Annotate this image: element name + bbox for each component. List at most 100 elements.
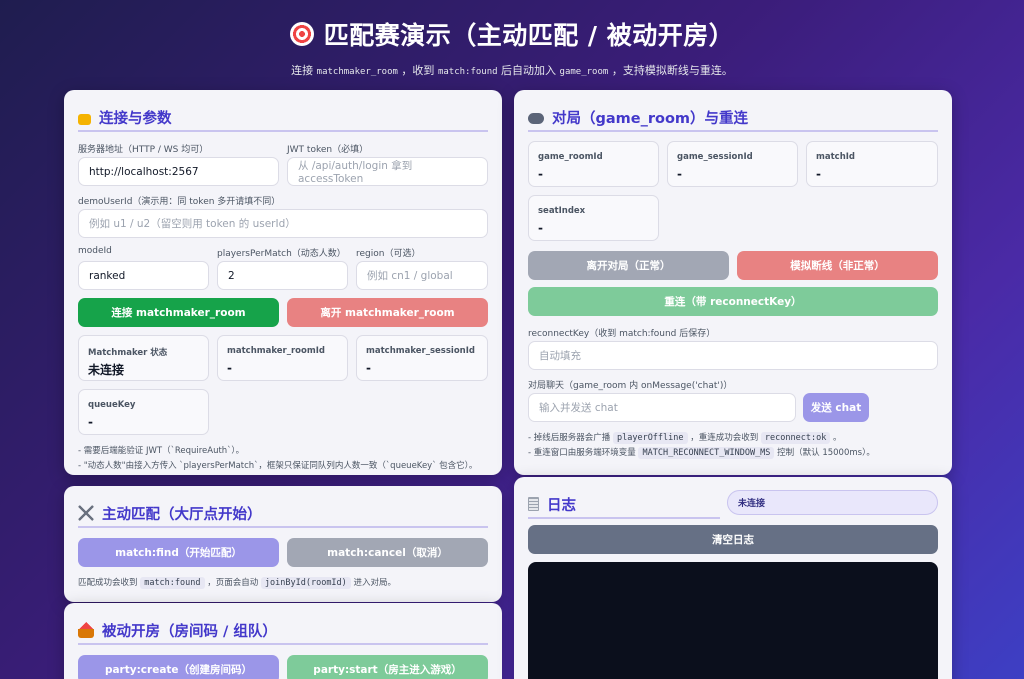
region-label: region（可选） (356, 249, 421, 259)
subtitle-text: ，支持模拟断线与重连。 (608, 64, 733, 77)
party-card-title: 被动开房（房间码 / 组队） (102, 623, 277, 640)
subtitle-text: 后自动加入 (497, 64, 560, 77)
game-note-2: - 重连窗口由服务端环境变量 MATCH_RECONNECT_WINDOW_MS… (528, 446, 875, 459)
log-console[interactable] (528, 562, 938, 679)
note-code: MATCH_RECONNECT_WINDOW_MS (638, 447, 775, 459)
chat-input[interactable]: 输入并发送 chat (528, 393, 796, 422)
game-room-card-title: 对局（game_room）与重连 (552, 110, 749, 127)
note-text: - 掉线后服务器会广播 (528, 433, 613, 443)
server-input[interactable]: http://localhost:2567 (78, 157, 279, 186)
game-room-card: 对局（game_room）与重连 game_roomId - game_sess… (514, 90, 952, 475)
active-match-card-title: 主动匹配（大厅点开始） (102, 506, 262, 523)
active-match-card-header: 主动匹配（大厅点开始） (78, 500, 488, 528)
log-card-header: 日志 (528, 491, 720, 519)
page-header: 匹配赛演示（主动匹配 / 被动开房） 连接 matchmaker_room ，收… (0, 16, 1024, 78)
connect-button[interactable]: 连接 matchmaker_room (78, 298, 279, 327)
simulate-disconnect-button[interactable]: 模拟断线（非正常） (737, 251, 938, 280)
mode-label: modeId (78, 246, 112, 256)
reconnect-key-label: reconnectKey（收到 match:found 后保存） (528, 329, 716, 339)
status-value: 未连接 (88, 363, 125, 377)
party-create-button[interactable]: party:create（创建房间码） (78, 655, 279, 679)
reconnect-key-input[interactable]: 自动填充 (528, 341, 938, 370)
note-text: 进入对局。 (350, 578, 396, 588)
status-key: game_roomId (538, 152, 603, 162)
players-label: playersPerMatch（动态人数） (217, 249, 346, 259)
status-key: Matchmaker 状态 (88, 348, 168, 358)
connection-card: 连接与参数 服务器地址（HTTP / WS 均可） http://localho… (64, 90, 502, 475)
match-id-box: matchId - (806, 141, 938, 187)
page-title: 匹配赛演示（主动匹配 / 被动开房） (289, 16, 735, 52)
region-input[interactable]: 例如 cn1 / global (356, 261, 488, 290)
active-match-card: 主动匹配（大厅点开始） match:find（开始匹配） match:cance… (64, 486, 502, 602)
document-icon (528, 497, 539, 511)
status-value: - (816, 167, 821, 181)
clear-log-button[interactable]: 清空日志 (528, 525, 938, 554)
lock-icon (78, 114, 91, 125)
note-text: 匹配成功会收到 (78, 578, 141, 588)
match-find-button[interactable]: match:find（开始匹配） (78, 538, 279, 567)
server-label: 服务器地址（HTTP / WS 均可） (78, 145, 209, 155)
page-title-text: 匹配赛演示（主动匹配 / 被动开房） (323, 21, 735, 50)
status-value: - (88, 415, 93, 429)
party-card-header: 被动开房（房间码 / 组队） (78, 617, 488, 645)
jwt-label: JWT token（必填） (287, 145, 369, 155)
party-card: 被动开房（房间码 / 组队） party:create（创建房间码） party… (64, 603, 502, 679)
mode-input[interactable]: ranked (78, 261, 209, 290)
subtitle-code: game_room (559, 67, 609, 77)
game-room-card-header: 对局（game_room）与重连 (528, 104, 938, 132)
log-status-badge: 未连接 (727, 490, 938, 515)
note-code: playerOffline (612, 432, 688, 444)
subtitle-code: match:found (437, 67, 498, 77)
status-key: game_sessionId (677, 152, 753, 162)
game-note-1: - 掉线后服务器会广播 playerOffline ，重连成功会收到 recon… (528, 431, 842, 444)
status-value: - (366, 361, 371, 375)
status-key: matchId (816, 152, 855, 162)
status-key: matchmaker_sessionId (366, 346, 475, 356)
note-text: ，页面会自动 (204, 578, 261, 588)
send-chat-button[interactable]: 发送 chat (803, 393, 869, 422)
note-code: reconnect:ok (760, 432, 831, 444)
matchmaker-status-box: Matchmaker 状态 未连接 (78, 335, 209, 381)
players-input[interactable]: 2 (217, 261, 348, 290)
status-value: - (677, 167, 682, 181)
gamepad-icon (528, 112, 544, 124)
subtitle-text: ，收到 (397, 64, 438, 77)
note-code: joinById(roomId) (260, 577, 351, 589)
game-sessionid-box: game_sessionId - (667, 141, 798, 187)
status-value: - (227, 361, 232, 375)
subtitle-text: 连接 (291, 64, 317, 77)
queue-key-box: queueKey - (78, 389, 209, 435)
seat-index-box: seatIndex - (528, 195, 659, 241)
chat-label: 对局聊天（game_room 内 onMessage('chat')） (528, 381, 733, 391)
page-subtitle: 连接 matchmaker_room ，收到 match:found 后自动加入… (0, 62, 1024, 78)
connection-note-1: - 需要后端能验证 JWT（`RequireAuth`）。 (78, 446, 245, 456)
note-text: 控制（默认 15000ms）。 (774, 448, 875, 458)
log-card: 日志 未连接 清空日志 (514, 477, 952, 679)
connection-card-title: 连接与参数 (99, 110, 172, 127)
demo-user-label: demoUserId（演示用：同 token 多开请填不同） (78, 197, 281, 207)
status-key: matchmaker_roomId (227, 346, 325, 356)
connection-card-header: 连接与参数 (78, 104, 488, 132)
house-icon (78, 622, 94, 638)
jwt-input[interactable]: 从 /api/auth/login 拿到 accessToken (287, 157, 488, 186)
match-cancel-button[interactable]: match:cancel（取消） (287, 538, 488, 567)
party-start-button[interactable]: party:start（房主进入游戏） (287, 655, 488, 679)
note-text: ，重连成功会收到 (687, 433, 761, 443)
matchmaker-sessionid-box: matchmaker_sessionId - (356, 335, 488, 381)
subtitle-code: matchmaker_room (316, 67, 398, 77)
note-text: 。 (830, 433, 842, 443)
leave-game-button[interactable]: 离开对局（正常） (528, 251, 729, 280)
target-icon (289, 22, 314, 46)
leave-matchmaker-button[interactable]: 离开 matchmaker_room (287, 298, 488, 327)
matchmaker-roomid-box: matchmaker_roomId - (217, 335, 348, 381)
reconnect-button[interactable]: 重连（带 reconnectKey） (528, 287, 938, 316)
log-card-title: 日志 (547, 497, 576, 514)
crossed-swords-icon (78, 505, 94, 521)
connection-note-2: - "动态人数"由接入方传入 `playersPerMatch`，框架只保证同队… (78, 461, 478, 471)
game-roomid-box: game_roomId - (528, 141, 659, 187)
status-value: - (538, 167, 543, 181)
status-key: queueKey (88, 400, 136, 410)
note-text: - 重连窗口由服务端环境变量 (528, 448, 639, 458)
active-match-note: 匹配成功会收到 match:found ，页面会自动 joinById(room… (78, 576, 396, 589)
demo-user-input[interactable]: 例如 u1 / u2（留空则用 token 的 userId） (78, 209, 488, 238)
